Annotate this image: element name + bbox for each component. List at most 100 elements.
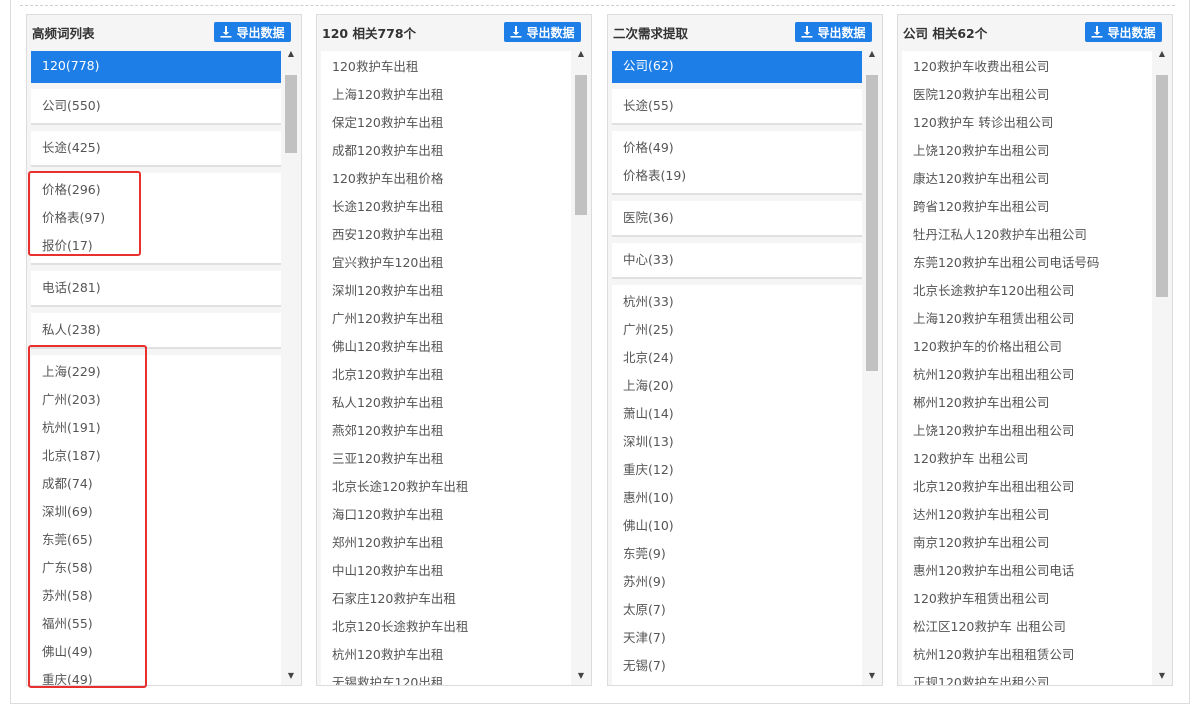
scroll-up-arrow-icon[interactable]: ▲ (285, 49, 297, 59)
keyword-item[interactable]: 成都(74) (31, 470, 281, 498)
result-item[interactable]: 宜兴救护车120出租 (321, 249, 571, 277)
keyword-item[interactable]: 成都(7) (612, 680, 862, 685)
export-data-button[interactable]: 导出数据 (1085, 22, 1162, 42)
result-item[interactable]: 惠州120救护车出租公司电话 (902, 557, 1152, 585)
result-item[interactable]: 上饶120救护车出租出租公司 (902, 417, 1152, 445)
keyword-item[interactable]: 价格表(19) (612, 162, 862, 190)
scroll-down-arrow-icon[interactable]: ▼ (866, 671, 878, 681)
keyword-item[interactable]: 长途(55) (612, 92, 862, 120)
result-item[interactable]: 医院120救护车出租公司 (902, 81, 1152, 109)
scrollbar-thumb[interactable] (1156, 75, 1168, 297)
scroll-down-arrow-icon[interactable]: ▼ (285, 671, 297, 681)
keyword-item[interactable]: 公司(62) (612, 52, 862, 80)
result-item[interactable]: 广州120救护车出租 (321, 305, 571, 333)
result-item[interactable]: 120救护车租赁出租公司 (902, 585, 1152, 613)
keyword-item[interactable]: 广州(203) (31, 386, 281, 414)
scrollbar-thumb[interactable] (866, 75, 878, 371)
result-item[interactable]: 杭州120救护车出租 (321, 641, 571, 669)
scrollbar[interactable]: ▲ ▼ (281, 49, 301, 685)
keyword-item[interactable]: 深圳(13) (612, 428, 862, 456)
result-item[interactable]: 保定120救护车出租 (321, 109, 571, 137)
scroll-up-arrow-icon[interactable]: ▲ (866, 49, 878, 59)
keyword-item[interactable]: 价格(296) (31, 176, 281, 204)
keyword-item[interactable]: 杭州(33) (612, 288, 862, 316)
keyword-item[interactable]: 福州(55) (31, 610, 281, 638)
result-item[interactable]: 燕郊120救护车出租 (321, 417, 571, 445)
keyword-item[interactable]: 中心(33) (612, 246, 862, 274)
result-item[interactable]: 郴州120救护车出租公司 (902, 389, 1152, 417)
keyword-item[interactable]: 深圳(69) (31, 498, 281, 526)
result-item[interactable]: 120救护车出租 (321, 53, 571, 81)
result-item[interactable]: 上海120救护车租赁出租公司 (902, 305, 1152, 333)
keyword-item[interactable]: 天津(7) (612, 624, 862, 652)
keyword-item[interactable]: 佛山(49) (31, 638, 281, 666)
result-item[interactable]: 北京120长途救护车出租 (321, 613, 571, 641)
keyword-item[interactable]: 医院(36) (612, 204, 862, 232)
keyword-item[interactable]: 私人(238) (31, 316, 281, 344)
result-item[interactable]: 东莞120救护车出租公司电话号码 (902, 249, 1152, 277)
keyword-item[interactable]: 重庆(49) (31, 666, 281, 685)
keyword-item[interactable]: 萧山(14) (612, 400, 862, 428)
keyword-item[interactable]: 东莞(65) (31, 526, 281, 554)
result-item[interactable]: 中山120救护车出租 (321, 557, 571, 585)
result-item[interactable]: 西安120救护车出租 (321, 221, 571, 249)
keyword-item[interactable]: 苏州(9) (612, 568, 862, 596)
keyword-item[interactable]: 电话(281) (31, 274, 281, 302)
result-item[interactable]: 120救护车的价格出租公司 (902, 333, 1152, 361)
export-data-button[interactable]: 导出数据 (214, 22, 291, 42)
export-data-button[interactable]: 导出数据 (795, 22, 872, 42)
scroll-up-arrow-icon[interactable]: ▲ (1156, 49, 1168, 59)
result-item[interactable]: 康达120救护车出租公司 (902, 165, 1152, 193)
result-item[interactable]: 牡丹江私人120救护车出租公司 (902, 221, 1152, 249)
result-item[interactable]: 北京120救护车出租 (321, 361, 571, 389)
export-data-button[interactable]: 导出数据 (504, 22, 581, 42)
scroll-up-arrow-icon[interactable]: ▲ (575, 49, 587, 59)
result-item[interactable]: 北京120救护车出租出租公司 (902, 473, 1152, 501)
result-item[interactable]: 北京长途120救护车出租 (321, 473, 571, 501)
keyword-item[interactable]: 重庆(12) (612, 456, 862, 484)
keyword-item[interactable]: 北京(24) (612, 344, 862, 372)
keyword-item[interactable]: 价格(49) (612, 134, 862, 162)
result-item[interactable]: 跨省120救护车出租公司 (902, 193, 1152, 221)
result-item[interactable]: 120救护车出租价格 (321, 165, 571, 193)
keyword-item[interactable]: 广东(58) (31, 554, 281, 582)
keyword-item[interactable]: 120(778) (31, 52, 281, 80)
keyword-item[interactable]: 无锡(7) (612, 652, 862, 680)
scrollbar[interactable]: ▲ ▼ (1152, 49, 1172, 685)
keyword-item[interactable]: 报价(17) (31, 232, 281, 260)
result-item[interactable]: 佛山120救护车出租 (321, 333, 571, 361)
scrollbar-thumb[interactable] (285, 75, 297, 153)
keyword-item[interactable]: 苏州(58) (31, 582, 281, 610)
result-item[interactable]: 北京长途救护车120出租公司 (902, 277, 1152, 305)
result-item[interactable]: 杭州120救护车出租出租公司 (902, 361, 1152, 389)
result-item[interactable]: 深圳120救护车出租 (321, 277, 571, 305)
scroll-down-arrow-icon[interactable]: ▼ (575, 671, 587, 681)
keyword-item[interactable]: 太原(7) (612, 596, 862, 624)
keyword-item[interactable]: 佛山(10) (612, 512, 862, 540)
keyword-item[interactable]: 广州(25) (612, 316, 862, 344)
scrollbar[interactable]: ▲ ▼ (862, 49, 882, 685)
keyword-item[interactable]: 上海(229) (31, 358, 281, 386)
result-item[interactable]: 上海120救护车出租 (321, 81, 571, 109)
result-item[interactable]: 海口120救护车出租 (321, 501, 571, 529)
result-item[interactable]: 上饶120救护车出租公司 (902, 137, 1152, 165)
scrollbar-thumb[interactable] (575, 75, 587, 215)
result-item[interactable]: 正规120救护车出租公司 (902, 669, 1152, 685)
keyword-item[interactable]: 公司(550) (31, 92, 281, 120)
keyword-item[interactable]: 惠州(10) (612, 484, 862, 512)
result-item[interactable]: 成都120救护车出租 (321, 137, 571, 165)
scrollbar[interactable]: ▲ ▼ (571, 49, 591, 685)
result-item[interactable]: 120救护车收费出租公司 (902, 53, 1152, 81)
result-item[interactable]: 120救护车 转诊出租公司 (902, 109, 1152, 137)
result-item[interactable]: 杭州120救护车出租租赁公司 (902, 641, 1152, 669)
keyword-item[interactable]: 上海(20) (612, 372, 862, 400)
keyword-item[interactable]: 北京(187) (31, 442, 281, 470)
result-item[interactable]: 无锡救护车120出租 (321, 669, 571, 685)
result-item[interactable]: 达州120救护车出租公司 (902, 501, 1152, 529)
scroll-down-arrow-icon[interactable]: ▼ (1156, 671, 1168, 681)
result-item[interactable]: 郑州120救护车出租 (321, 529, 571, 557)
result-item[interactable]: 私人120救护车出租 (321, 389, 571, 417)
keyword-item[interactable]: 价格表(97) (31, 204, 281, 232)
result-item[interactable]: 松江区120救护车 出租公司 (902, 613, 1152, 641)
keyword-item[interactable]: 长途(425) (31, 134, 281, 162)
